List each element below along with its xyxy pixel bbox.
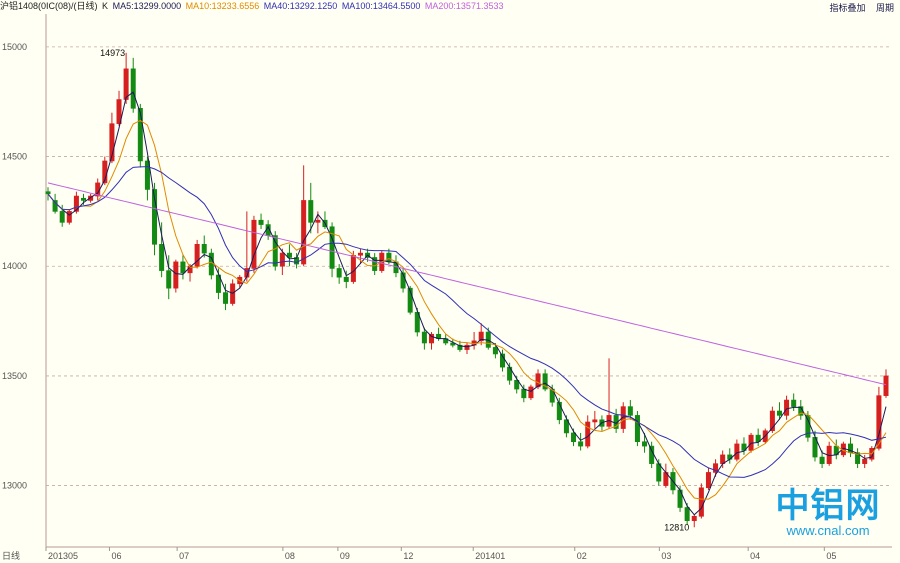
candle-body (791, 399, 797, 407)
candle-body (727, 454, 733, 460)
x-tick-label: 07 (179, 551, 189, 561)
candle-body (59, 211, 65, 223)
candle-body (578, 441, 584, 447)
candle-body (819, 456, 825, 464)
candle-body (223, 292, 229, 304)
candle-body (642, 441, 648, 447)
candle-body (585, 421, 591, 447)
candle-body (73, 195, 79, 212)
candle-body (66, 211, 72, 223)
candle-body (571, 432, 577, 443)
candle-body (336, 268, 342, 278)
x-tick-label: 06 (111, 551, 121, 561)
candle-body (862, 458, 868, 464)
x-tick-label: 201305 (48, 551, 78, 561)
x-tick-label: 03 (661, 551, 671, 561)
ma5-line (47, 91, 887, 516)
candle-body (649, 445, 655, 464)
candle-body (698, 487, 704, 517)
kline-chart[interactable]: 15000 14500 14000 13500 13000 14973 12810 日线 2… (0, 0, 900, 563)
candle-body (620, 406, 626, 429)
candle-body (521, 388, 527, 399)
candle-body (535, 373, 541, 388)
x-tick-label: 02 (577, 551, 587, 561)
y-tick-label: 15000 (2, 42, 27, 52)
x-axis: 日线 201305 06 07 08 09 12 201401 02 03 04 05 (2, 546, 892, 561)
candle-body (492, 347, 498, 355)
x-tick-label: 201401 (475, 551, 505, 561)
x-tick-label: 08 (285, 551, 295, 561)
candle-body (130, 68, 136, 109)
ma10-line (47, 119, 887, 500)
candle-body (357, 252, 363, 256)
annotation-high: 14973 (100, 48, 125, 58)
candle-body (350, 254, 356, 282)
candle-body (180, 261, 186, 274)
x-tick-label: 12 (403, 551, 413, 561)
candle-body (258, 219, 264, 225)
grid-lines (45, 14, 892, 547)
candle-body (308, 200, 314, 223)
y-tick-label: 14000 (2, 261, 27, 271)
watermark-url: www.cnal.com (786, 523, 870, 538)
candle-body (421, 331, 427, 344)
candle-body (691, 515, 697, 521)
candle-body (81, 197, 87, 201)
candle-body (201, 244, 207, 254)
price-annotations: 14973 12810 (100, 48, 689, 532)
candle-body (428, 333, 434, 344)
candle-body (343, 276, 349, 282)
y-tick-label: 13000 (2, 481, 27, 491)
candle-body (166, 270, 172, 289)
y-tick-label: 14500 (2, 152, 27, 162)
candle-body (315, 219, 321, 223)
candle-body (173, 261, 179, 289)
candle-body (784, 399, 790, 416)
candle-body (301, 200, 307, 265)
candle-body (528, 386, 534, 399)
chart-window: 沪铝1408(0IC(08)/(日线) K MA5:13299.0000 MA1… (0, 0, 900, 563)
x-tick-label: 04 (750, 551, 760, 561)
candle-body (627, 406, 633, 416)
y-tick-label: 13500 (2, 371, 27, 381)
watermark-logo: 中铝网 www.cnal.com (764, 488, 892, 538)
candle-body (123, 68, 129, 100)
candle-body (279, 252, 285, 267)
candle-body (45, 191, 51, 195)
candle-body (634, 415, 640, 443)
candle-body (776, 410, 782, 416)
candle-body (705, 472, 711, 489)
x-axis-label: 日线 (2, 550, 20, 561)
candles (45, 52, 889, 528)
x-tick-label: 09 (340, 551, 350, 561)
candle-body (734, 443, 740, 460)
annotation-low: 12810 (664, 522, 689, 532)
candle-body (883, 375, 889, 396)
candle-body (137, 108, 143, 162)
candle-body (159, 244, 165, 271)
watermark-main: 中铝网 (775, 486, 881, 526)
candle-body (386, 252, 392, 263)
moving-averages (47, 91, 887, 516)
candle-body (684, 507, 690, 521)
x-tick-label: 05 (826, 551, 836, 561)
candle-body (592, 419, 598, 423)
candle-body (272, 235, 278, 267)
y-axis-ticks: 15000 14500 14000 13500 13000 (2, 42, 27, 491)
